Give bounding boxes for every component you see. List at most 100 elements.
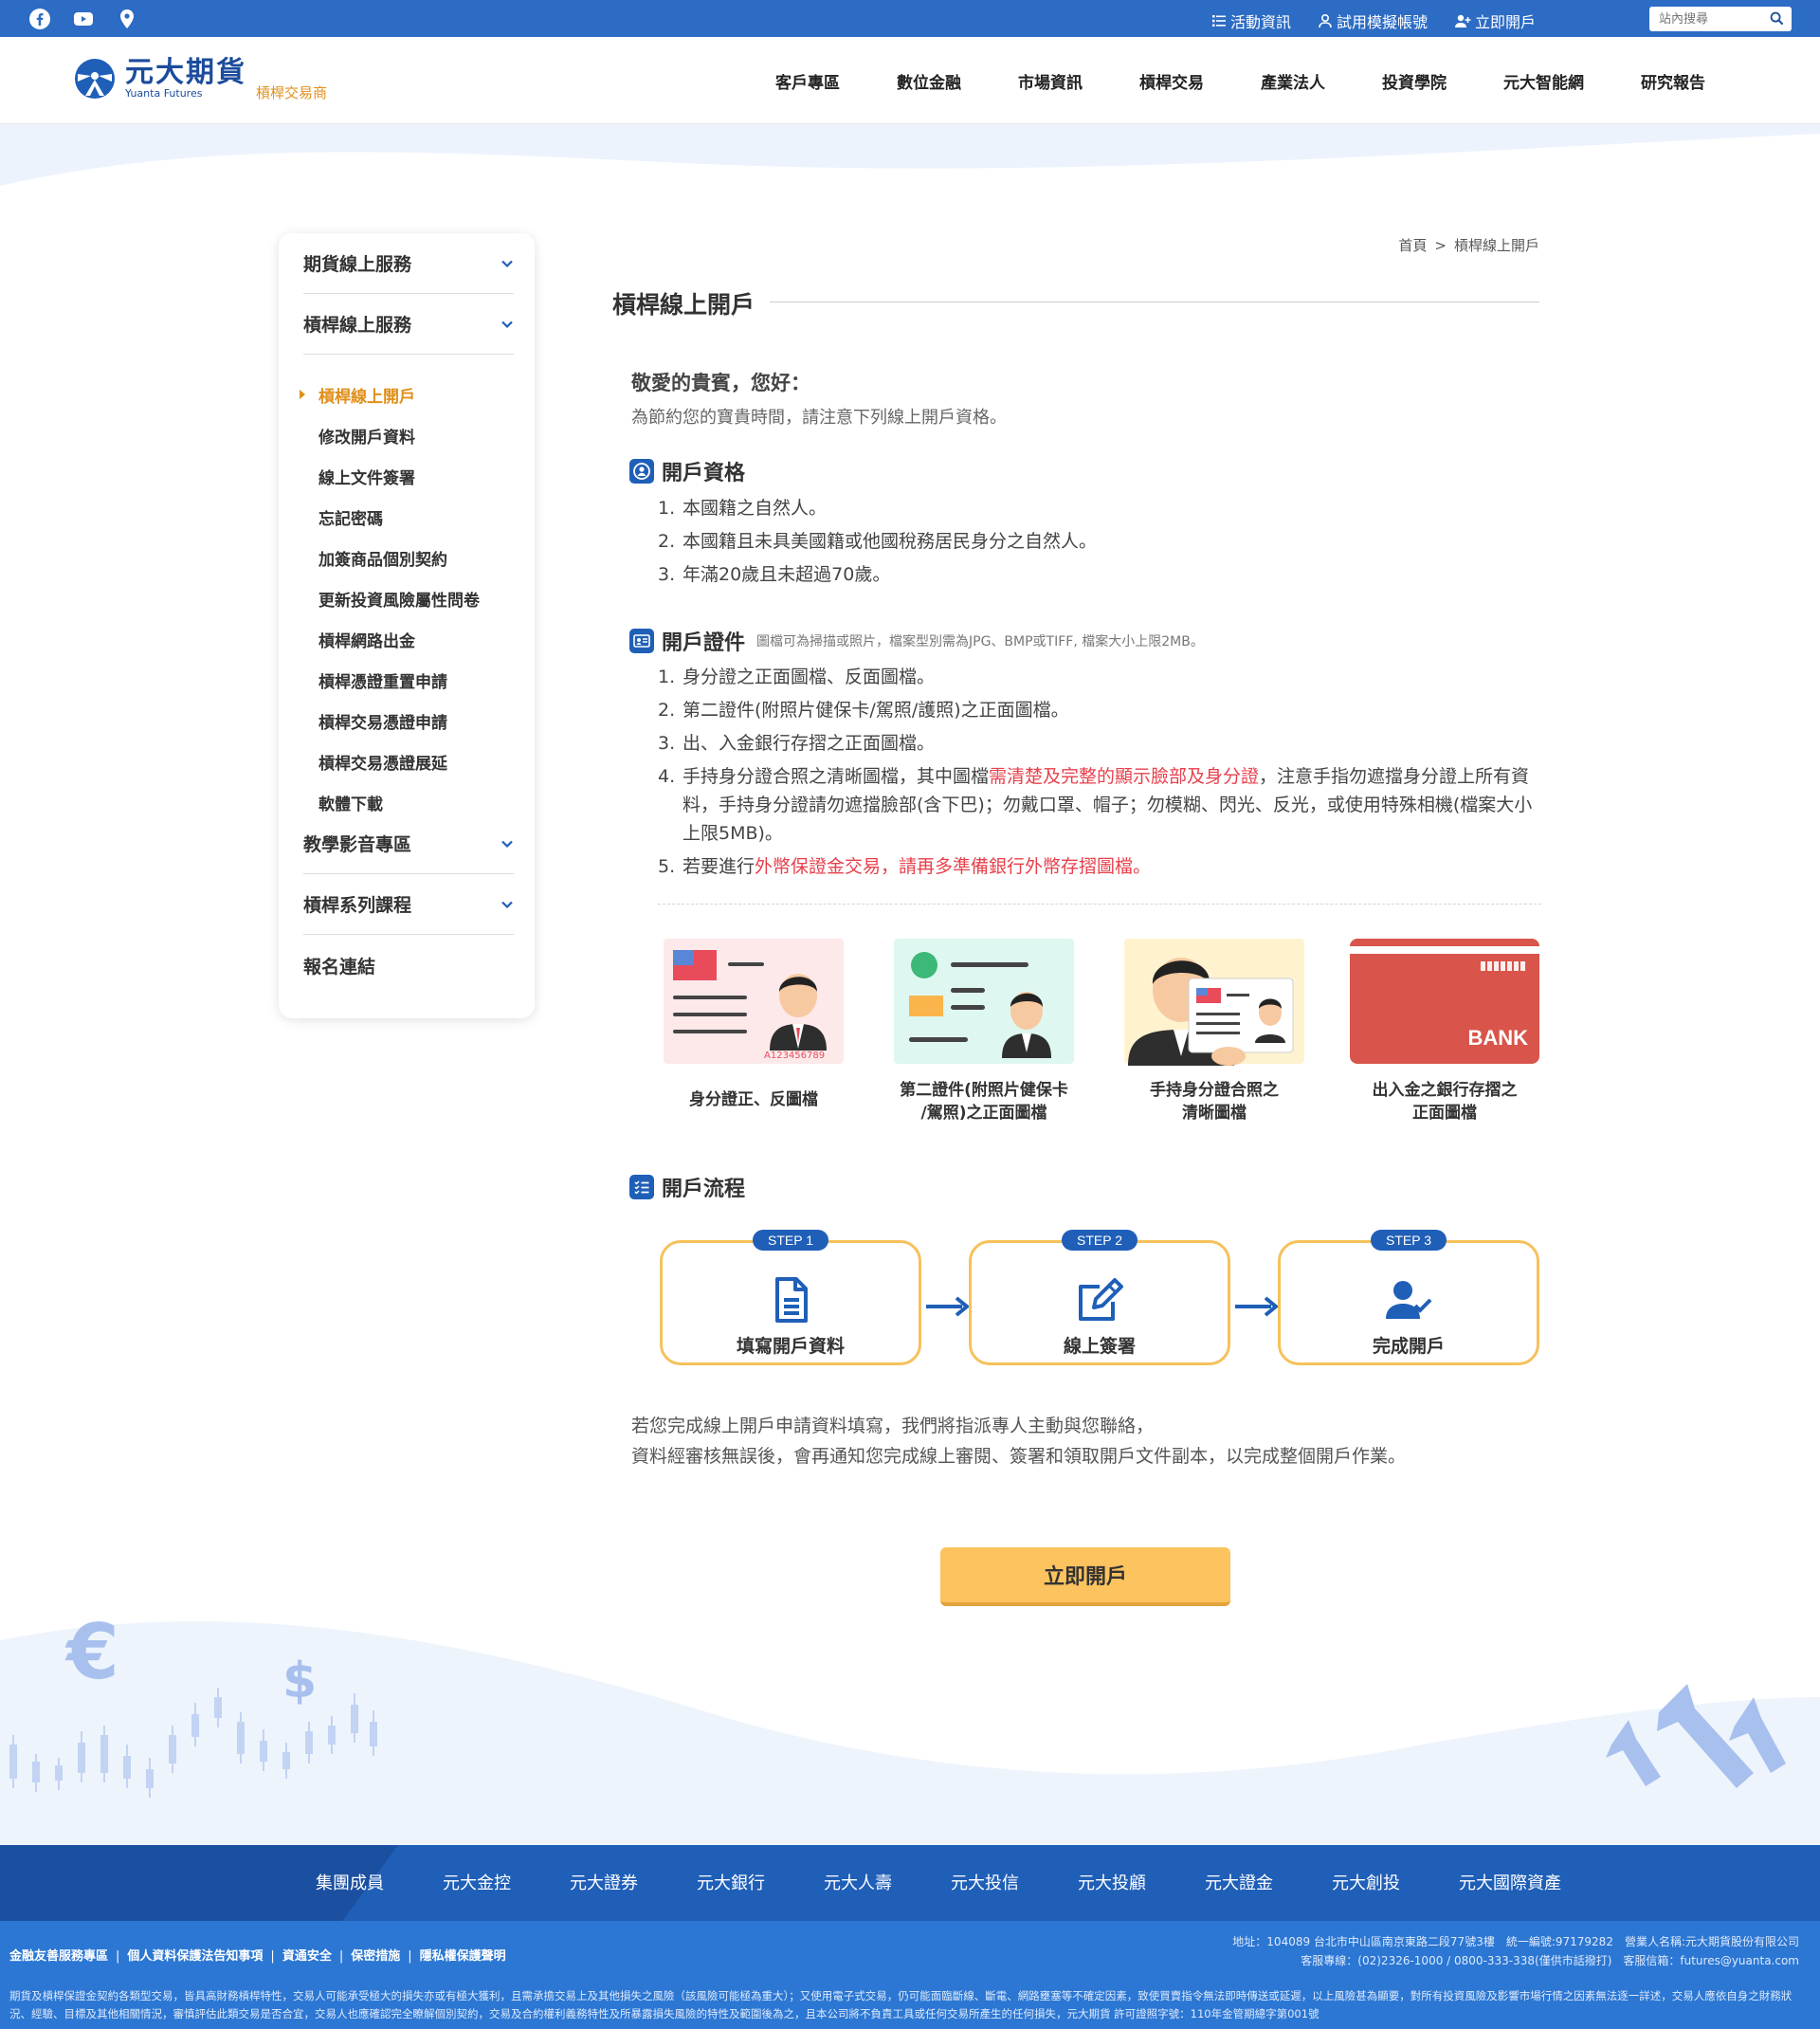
search-icon[interactable] — [1770, 11, 1784, 26]
footer-member-link[interactable]: 元大人壽 — [824, 1870, 892, 1894]
user-plus-icon — [1454, 14, 1471, 27]
chevron-down-icon — [501, 901, 513, 908]
breadcrumb: 首頁 > 槓桿線上開戶 — [1398, 235, 1539, 255]
sidebar-group-registration-link[interactable]: 報名連結 — [303, 935, 514, 996]
location-pin-icon[interactable] — [116, 8, 138, 30]
list-item: 2. 第二證件(附照片健保卡/駕照/護照)之正面圖檔。 — [658, 696, 1541, 724]
footer-member-link[interactable]: 元大銀行 — [697, 1870, 765, 1894]
footer-member-link[interactable]: 元大證券 — [570, 1870, 638, 1894]
breadcrumb-home[interactable]: 首頁 — [1398, 237, 1427, 254]
nav-leverage-trading[interactable]: 槓桿交易 — [1139, 69, 1204, 93]
footer-member-link[interactable]: 元大金控 — [443, 1870, 511, 1894]
sidebar-item-online-document-signing[interactable]: 線上文件簽署 — [318, 465, 415, 488]
card-caption-line-2: /駕照)之正面圖檔 — [920, 1104, 1047, 1123]
card-caption-line-2: 清晰圖檔 — [1182, 1104, 1247, 1123]
step-badge: STEP 3 — [1371, 1230, 1447, 1251]
footer-policy-link[interactable]: 隱私權保護聲明 — [420, 1949, 506, 1964]
sidebar-item-software-download[interactable]: 軟體下載 — [318, 791, 383, 814]
documents-heading: 開戶證件 圖檔可為掃描或照片，檔案型別需為JPG、BMP或TIFF, 檔案大小上… — [629, 626, 1204, 656]
yuanta-logo-mark-icon — [75, 59, 115, 99]
youtube-icon[interactable] — [72, 8, 95, 30]
sidebar-group-leverage-online[interactable]: 槓桿線上服務 — [303, 294, 514, 355]
list-item: 2. 本國籍且未具美國籍或他國稅務居民身分之自然人。 — [658, 527, 1541, 556]
nav-institutional[interactable]: 產業法人 — [1261, 69, 1325, 93]
main-nav: 客戶專區 數位金融 市場資訊 槓桿交易 產業法人 投資學院 元大智能網 研究報告 — [775, 69, 1705, 93]
sidebar-item-certificate-reset[interactable]: 槓桿憑證重置申請 — [318, 668, 447, 692]
footer-contact: 客服專線：(02)2326-1000 / 0800-333-338(僅供市話撥打… — [1301, 1954, 1799, 1967]
document-item-text: 手持身分證合照之清晰圖檔，其中圖檔需清楚及完整的顯示臉部及身分證，注意手指勿遮擋… — [682, 762, 1541, 848]
card-caption-line-2: 正面圖檔 — [1412, 1104, 1477, 1123]
sidebar-item-risk-questionnaire[interactable]: 更新投資風險屬性問卷 — [318, 587, 480, 611]
footer-policy-link[interactable]: 金融友善服務專區 — [9, 1949, 108, 1964]
open-account-top-link[interactable]: 立即開戶 — [1454, 9, 1536, 32]
greeting-subtext: 為節約您的寶貴時間，請注意下列線上開戶資格。 — [631, 408, 1007, 428]
card-id-card: A123456789 身分證正、反圖檔 — [662, 937, 846, 1111]
footer-member-link[interactable]: 元大投信 — [951, 1870, 1019, 1894]
user-check-icon — [1386, 1281, 1432, 1319]
card-caption: 第二證件(附照片健保卡 /駕照)之正面圖檔 — [892, 1079, 1076, 1124]
footer-policy-link[interactable]: 個人資料保護法告知事項 — [127, 1949, 263, 1964]
brand-logo[interactable]: 元大期貨 Yuanta Futures 槓桿交易商 — [74, 58, 327, 102]
footer-policy-link[interactable]: 資通安全 — [282, 1949, 332, 1964]
id-card-illustration-icon: A123456789 — [664, 939, 844, 1064]
demo-account-link[interactable]: 試用模擬帳號 — [1318, 9, 1428, 32]
id-number-text: A123456789 — [764, 1051, 825, 1061]
chevron-down-icon — [501, 260, 513, 267]
step-badge: STEP 1 — [753, 1230, 828, 1251]
list-item: 1. 身分證之正面圖檔、反面圖檔。 — [658, 663, 1541, 691]
sidebar-group-video-tutorials[interactable]: 教學影音專區 — [303, 813, 514, 874]
step-label: 填寫開戶資料 — [736, 1336, 845, 1357]
facebook-icon[interactable] — [28, 8, 51, 30]
card-second-id: 第二證件(附照片健保卡 /駕照)之正面圖檔 — [892, 937, 1076, 1124]
document-item-5-pre: 若要進行 — [682, 856, 755, 877]
footer-member-link[interactable]: 元大投顧 — [1078, 1870, 1146, 1894]
sidebar-item-leverage-online-account[interactable]: 槓桿線上開戶 — [318, 383, 415, 407]
footer-member-link[interactable]: 元大證金 — [1205, 1870, 1273, 1894]
sidebar-group-futures-online[interactable]: 期貨線上服務 — [303, 233, 514, 294]
sidebar-item-certificate-apply[interactable]: 槓桿交易憑證申請 — [318, 709, 447, 733]
list-item: 3. 年滿20歲且未超過70歲。 — [658, 560, 1541, 589]
list-item: 1. 本國籍之自然人。 — [658, 494, 1541, 522]
footer-member-link[interactable]: 元大國際資產 — [1459, 1870, 1561, 1894]
sidebar-item-online-withdrawal[interactable]: 槓桿網路出金 — [318, 628, 415, 651]
card-caption: 身分證正、反圖檔 — [689, 1090, 818, 1109]
social-links — [28, 8, 138, 30]
step-badge: STEP 2 — [1062, 1230, 1138, 1251]
sidebar-item-certificate-renew[interactable]: 槓桿交易憑證展延 — [318, 750, 447, 774]
footer-address: 地址：104089 台北市中山區南京東路二段77號3樓 統一編號:9717928… — [1232, 1935, 1799, 1948]
sidebar-item-product-contract[interactable]: 加簽商品個別契約 — [318, 546, 447, 570]
footer-member-link[interactable]: 元大創投 — [1332, 1870, 1400, 1894]
document-item-text: 出、入金銀行存摺之正面圖檔。 — [682, 733, 936, 754]
sidebar: 期貨線上服務 槓桿線上服務 槓桿線上開戶 修改開戶資料 線上文件簽署 忘記密碼 … — [279, 233, 535, 1018]
svg-text:$: $ — [282, 1653, 317, 1709]
nav-investment-academy[interactable]: 投資學院 — [1382, 69, 1447, 93]
nav-digital-finance[interactable]: 數位金融 — [897, 69, 961, 93]
nav-customer-zone[interactable]: 客戶專區 — [775, 69, 840, 93]
nav-yuanta-smart-net[interactable]: 元大智能網 — [1503, 69, 1584, 93]
card-handheld-id: 手持身分證合照之 清晰圖檔 — [1122, 937, 1306, 1124]
list-item: 3. 出、入金銀行存摺之正面圖檔。 — [658, 729, 1541, 758]
breadcrumb-separator: > — [1434, 237, 1447, 254]
footer-info: 金融友善服務專區 | 個人資料保護法告知事項 | 資通安全 | 保密措施 | 隱私權保護聲明 地… — [0, 1921, 1820, 2029]
chevron-down-icon — [501, 320, 513, 328]
nav-research-reports[interactable]: 研究報告 — [1641, 69, 1705, 93]
document-item-text: 身分證之正面圖檔、反面圖檔。 — [682, 667, 936, 687]
card-caption: 手持身分證合照之 清晰圖檔 — [1122, 1079, 1306, 1124]
sidebar-item-modify-account-data[interactable]: 修改開戶資料 — [318, 424, 415, 448]
card-bank-book: BANK 出入金之銀行存摺之 正面圖檔 — [1348, 937, 1541, 1124]
activity-info-label: 活動資訊 — [1229, 13, 1291, 31]
qualification-list: 1. 本國籍之自然人。 2. 本國籍且未具美國籍或他國稅務居民身分之自然人。 3. 年… — [658, 494, 1541, 594]
nav-market-info[interactable]: 市場資訊 — [1018, 69, 1083, 93]
card-caption-line-1: 手持身分證合照之 — [1150, 1081, 1279, 1100]
sidebar-group-leverage-courses[interactable]: 槓桿系列課程 — [303, 874, 514, 935]
footer-company-info: 地址：104089 台北市中山區南京東路二段77號3樓 統一編號:9717928… — [1232, 1932, 1799, 1970]
footer-policy-links: 金融友善服務專區 | 個人資料保護法告知事項 | 資通安全 | 保密措施 | 隱私權保護聲明 — [9, 1949, 506, 1964]
decorative-bottom-wave: € $ — [0, 1608, 1820, 1845]
footer-group-nav: 集團成員 元大金控 元大證券 元大銀行 元大人壽 元大投信 元大投顧 元大證金 … — [0, 1845, 1820, 1921]
edit-icon — [1079, 1278, 1123, 1321]
activity-info-link[interactable]: 活動資訊 — [1211, 9, 1291, 32]
search-input[interactable] — [1649, 7, 1763, 31]
decorative-top-wave — [0, 124, 1820, 186]
footer-policy-link[interactable]: 保密措施 — [351, 1949, 400, 1964]
sidebar-item-forgot-password[interactable]: 忘記密碼 — [318, 505, 383, 529]
